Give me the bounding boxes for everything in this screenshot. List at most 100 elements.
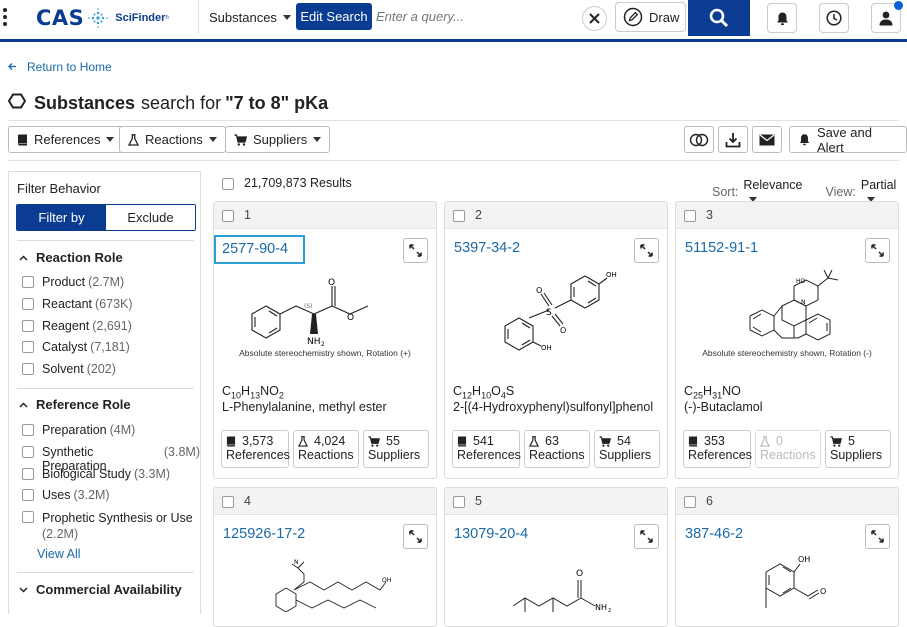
suppliers-menu-button[interactable]: Suppliers [225, 126, 331, 153]
suppliers-menu-label: Suppliers [253, 132, 308, 147]
query-input[interactable] [376, 3, 576, 30]
formula-element: H [472, 384, 482, 398]
search-type-select[interactable]: Substances [198, 0, 291, 34]
checkbox[interactable] [22, 468, 34, 480]
cas-number-link[interactable]: 13079-20-4 [452, 524, 528, 550]
chevron-down-icon [208, 137, 217, 142]
expand-button[interactable] [865, 524, 890, 549]
references-stat-label: References [226, 448, 290, 462]
references-menu-button[interactable]: References [8, 126, 124, 153]
card-header: 1 [214, 202, 436, 229]
reactions-stat[interactable]: 63 Reactions [524, 430, 590, 468]
search-button[interactable] [688, 0, 750, 36]
substance-card[interactable]: 4 125926-17-2 N OH [213, 487, 437, 627]
expand-button[interactable] [634, 524, 659, 549]
notification-dot [894, 1, 903, 10]
substance-card[interactable]: 1 2577-90-4 O O NH 2 (S) Absolute stereo… [213, 201, 437, 479]
reference-role-header[interactable]: Reference Role [19, 397, 131, 412]
checkbox[interactable] [453, 209, 465, 222]
expand-button[interactable] [865, 238, 890, 263]
cas-number-link[interactable]: 2577-90-4 [214, 235, 305, 264]
flask-icon [298, 435, 308, 447]
checkbox[interactable] [684, 209, 696, 222]
cart-icon [830, 435, 842, 447]
substance-card[interactable]: 5 13079-20-4 O NH 2 [444, 487, 668, 627]
compare-button[interactable] [684, 126, 714, 153]
commercial-availability-header[interactable]: Commercial Availability [19, 582, 182, 597]
filter-option[interactable]: Catalyst (7,181) [22, 340, 130, 354]
return-home-link[interactable]: Return to Home [8, 60, 112, 74]
download-button[interactable] [718, 126, 748, 153]
alerts-button[interactable] [767, 3, 797, 33]
reaction-role-header[interactable]: Reaction Role [19, 250, 123, 265]
logo[interactable]: CAS SciFinder n [36, 6, 169, 30]
filter-option[interactable]: Reagent (2,691) [22, 319, 132, 333]
suppliers-stat[interactable]: 5 Suppliers [825, 430, 891, 468]
formula-element: NO [260, 384, 279, 398]
substance-card[interactable]: 2 5397-34-2 S O O OH OH C12H10O4S 2-[(4-… [444, 201, 668, 479]
filter-behavior-toggle: Filter by Exclude [16, 204, 196, 231]
filter-option[interactable]: Preparation (4M) [22, 423, 135, 437]
references-stat[interactable]: 3,573 References [221, 430, 290, 468]
expand-button[interactable] [634, 238, 659, 263]
checkbox[interactable] [453, 495, 465, 508]
checkbox[interactable] [22, 320, 34, 332]
checkbox[interactable] [684, 495, 696, 508]
draw-button[interactable]: Draw [615, 2, 686, 32]
expand-button[interactable] [403, 524, 428, 549]
suppliers-stat[interactable]: 54 Suppliers [594, 430, 660, 468]
user-account-button[interactable] [871, 1, 903, 33]
divider [17, 240, 194, 241]
filter-option[interactable]: Prophetic Synthesis or Use (2.2M) [22, 510, 193, 542]
substance-card[interactable]: 3 51152-91-1 N HO Absolute stereochemist… [675, 201, 899, 479]
references-stat[interactable]: 353 References [683, 430, 752, 468]
view-all-link[interactable]: View All [37, 547, 81, 561]
checkbox[interactable] [22, 446, 34, 458]
filter-option-count: (3.2M) [73, 488, 110, 502]
checkbox[interactable] [22, 298, 34, 310]
suppliers-stat[interactable]: 55 Suppliers [363, 430, 429, 468]
expand-button[interactable] [403, 238, 428, 263]
checkbox[interactable] [22, 424, 34, 436]
filter-option[interactable]: Biological Study (3.3M) [22, 467, 170, 481]
cas-number-link[interactable]: 5397-34-2 [452, 238, 520, 264]
exclude-button[interactable]: Exclude [106, 205, 195, 230]
filter-option[interactable]: Uses (3.2M) [22, 488, 110, 502]
substance-card[interactable]: 6 387-46-2 OH O [675, 487, 899, 627]
formula-element: C [222, 384, 232, 398]
filter-option[interactable]: Solvent (202) [22, 362, 116, 376]
edit-search-button[interactable]: Edit Search [296, 3, 372, 30]
cas-number-link[interactable]: 51152-91-1 [683, 238, 758, 264]
checkbox[interactable] [22, 489, 34, 501]
substance-name: 2-[(4-Hydroxyphenyl)sulfonyl]phenol [453, 400, 654, 414]
page-title: Substances search for "7 to 8" pKa [7, 92, 328, 115]
cas-number-link[interactable]: 387-46-2 [683, 524, 743, 550]
chevron-up-icon [19, 401, 28, 408]
filter-option-label: Prophetic Synthesis or Use [42, 511, 193, 525]
filter-option[interactable]: Reactant (673K) [22, 297, 133, 311]
checkbox[interactable] [22, 363, 34, 375]
checkbox[interactable] [222, 495, 234, 508]
email-button[interactable] [752, 126, 782, 153]
filter-option-count: (2.2M) [42, 527, 79, 541]
clear-query-button[interactable] [582, 6, 607, 31]
save-and-alert-button[interactable]: Save and Alert [789, 125, 907, 155]
app-menu-icon[interactable] [3, 8, 9, 29]
history-button[interactable] [819, 3, 849, 33]
reactions-menu-button[interactable]: Reactions [119, 126, 226, 153]
stereo-label: (S) [304, 303, 313, 310]
filter-option-label: Product [42, 275, 86, 289]
checkbox[interactable] [222, 209, 234, 222]
filter-option[interactable]: Product (2.7M) [22, 275, 124, 289]
checkbox[interactable] [22, 276, 34, 288]
close-icon [589, 13, 600, 24]
filter-by-button[interactable]: Filter by [17, 205, 106, 230]
formula-element: S [505, 384, 515, 398]
cas-number-link[interactable]: 125926-17-2 [221, 524, 305, 550]
checkbox[interactable] [22, 511, 34, 523]
filter-option-label: Uses [42, 488, 71, 502]
reactions-stat[interactable]: 4,024 Reactions [293, 430, 359, 468]
select-all-checkbox[interactable] [222, 177, 234, 190]
checkbox[interactable] [22, 341, 34, 353]
references-stat[interactable]: 541 References [452, 430, 521, 468]
